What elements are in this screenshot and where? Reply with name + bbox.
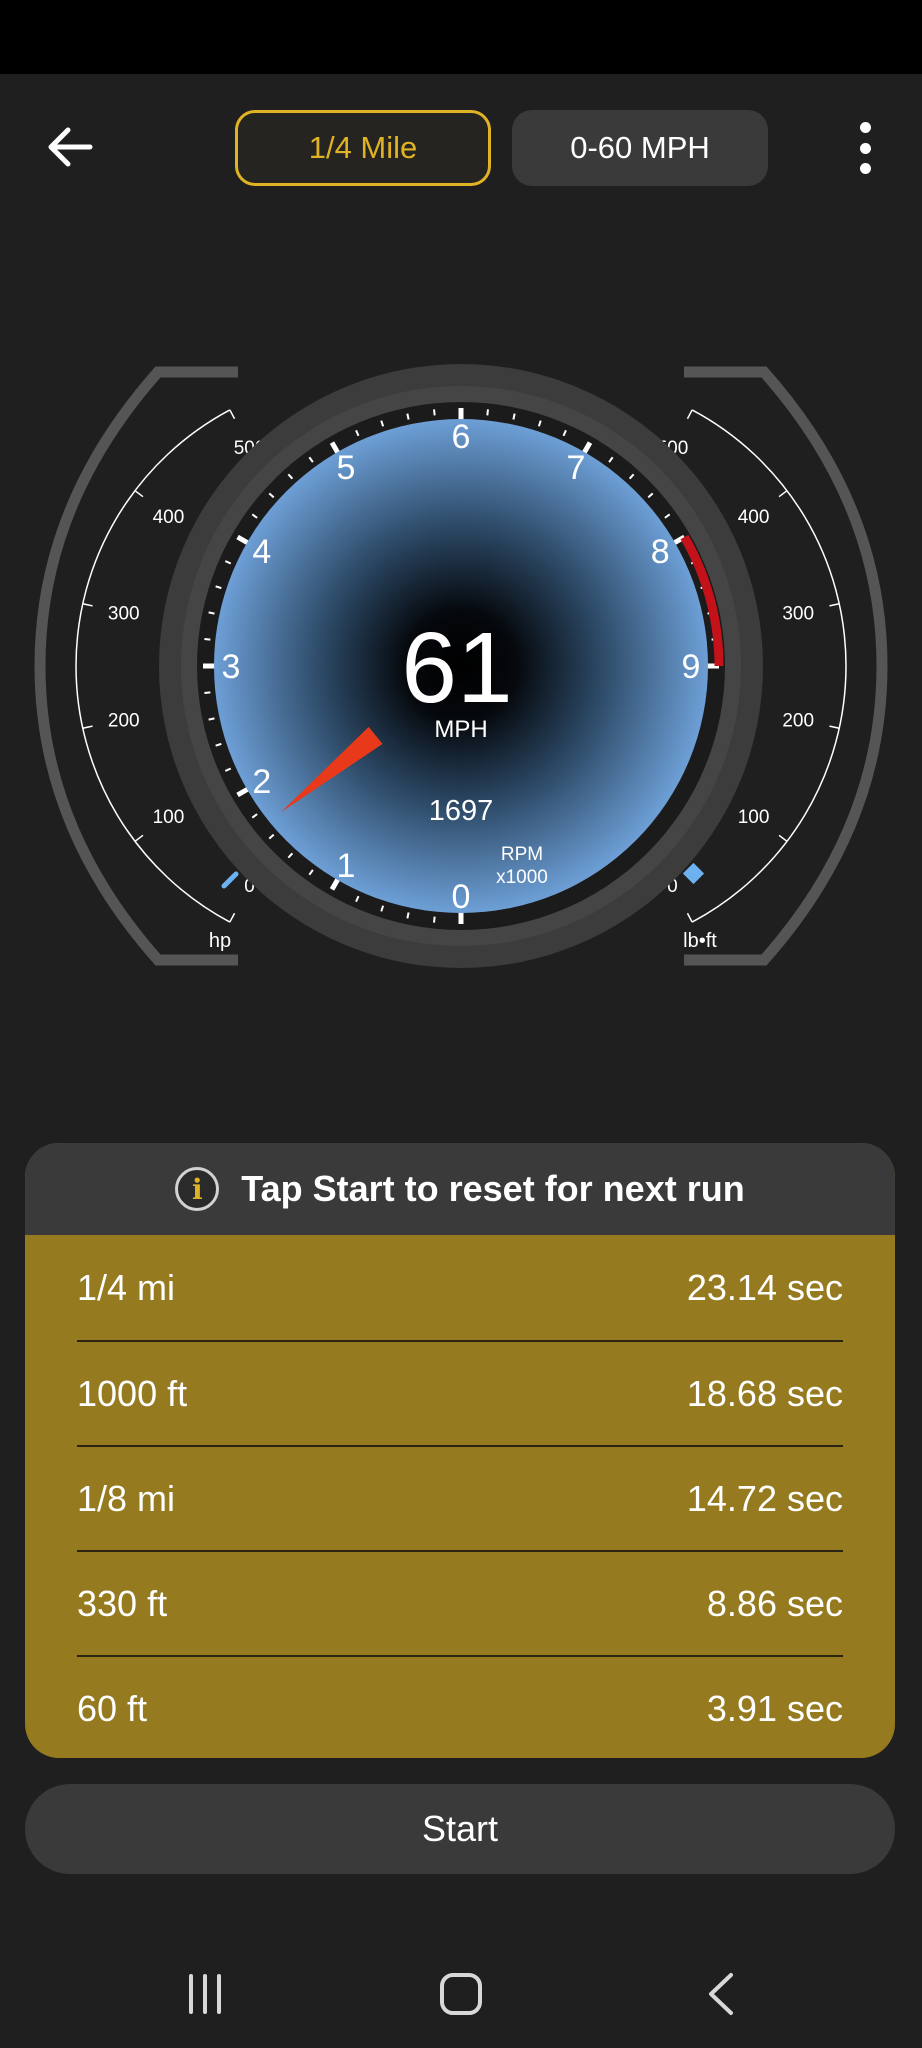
more-options-button[interactable] (850, 118, 880, 178)
result-value: 14.72 sec (686, 1477, 843, 1519)
hp-scale-tick (229, 409, 236, 420)
rpm-tick-label: 5 (337, 449, 356, 487)
chevron-left-icon (709, 1973, 733, 2015)
result-row: 60 ft 3.91 sec (77, 1655, 843, 1758)
hp-scale-tick-label: 400 (153, 507, 185, 528)
result-label: 330 ft (77, 1582, 168, 1624)
result-row: 330 ft 8.86 sec (77, 1550, 843, 1655)
hp-scale-tick-label: 300 (108, 604, 140, 625)
rpm-tick (406, 413, 410, 420)
recents-icon (189, 1974, 221, 2014)
rpm-tick-label: 4 (252, 533, 271, 571)
result-row: 1/8 mi 14.72 sec (77, 1445, 843, 1550)
hp-scale-tick-label: 100 (153, 807, 185, 828)
result-label: 60 ft (77, 1687, 148, 1729)
result-value: 18.68 sec (686, 1372, 843, 1414)
start-button[interactable]: Start (25, 1784, 895, 1874)
torque-scale-tick (778, 490, 788, 498)
more-vertical-icon (859, 122, 871, 133)
torque-scale-tick (829, 602, 840, 607)
hp-scale-tick (229, 912, 236, 923)
result-value: 23.14 sec (686, 1266, 843, 1308)
torque-scale-tick (686, 912, 693, 923)
hp-scale-tick-label: 200 (108, 710, 140, 731)
hp-scale-tick (134, 834, 144, 842)
arrow-left-icon (48, 127, 93, 167)
rpm-tick-label: 9 (682, 648, 701, 686)
result-value: 8.86 sec (706, 1582, 843, 1624)
rpm-tick-label: 3 (222, 648, 241, 686)
back-button[interactable] (40, 122, 100, 172)
rpm-label: RPM (501, 844, 543, 865)
result-row: 1/4 mi 23.14 sec (77, 1235, 843, 1340)
status-bar (0, 0, 922, 74)
rpm-tick (208, 717, 215, 721)
hp-indicator (221, 871, 239, 889)
rpm-tick-label: 1 (337, 847, 356, 885)
home-button[interactable] (426, 1964, 496, 2024)
result-label: 1/8 mi (77, 1477, 176, 1519)
torque-scale-tick-label: 100 (738, 807, 770, 828)
hp-scale-tick (134, 490, 144, 498)
torque-scale-tick-label: 400 (738, 507, 770, 528)
home-icon (440, 1973, 482, 2015)
rpm-tick-label: 8 (651, 533, 670, 571)
result-label: 1000 ft (77, 1372, 188, 1414)
nav-back-button[interactable] (686, 1964, 756, 2024)
system-nav-bar (0, 1940, 922, 2048)
recents-button[interactable] (170, 1964, 240, 2024)
rpm-tick-label: 6 (452, 418, 471, 456)
rpm-tick-label: 2 (252, 763, 271, 801)
rpm-tick (208, 611, 215, 615)
rpm-tick (512, 413, 516, 420)
torque-unit-label: lb•ft (683, 930, 717, 952)
torque-scale-tick (686, 409, 693, 420)
tab-quarter-mile[interactable]: 1/4 Mile (235, 110, 491, 186)
info-icon: i (175, 1167, 220, 1211)
rpm-value: 1697 (429, 795, 494, 827)
torque-scale-tick-label: 200 (782, 710, 814, 731)
rpm-tick (486, 409, 489, 416)
result-label: 1/4 mi (77, 1266, 176, 1308)
results-message: Tap Start to reset for next run (241, 1168, 745, 1209)
result-row: 1000 ft 18.68 sec (77, 1340, 843, 1445)
hp-scale-tick (82, 725, 93, 730)
results-header: i Tap Start to reset for next run (25, 1143, 895, 1235)
hp-unit-label: hp (209, 930, 231, 952)
rpm-tick-label: 7 (567, 449, 586, 487)
rpm-tick (204, 691, 211, 694)
hp-scale-tick (82, 602, 93, 607)
rpm-tick (433, 409, 436, 416)
tab-zero-sixty[interactable]: 0-60 MPH (512, 110, 768, 186)
speedometer-gauge: 0 100 200 300 400 500 0 100 200 300 400 500 0123456… (0, 340, 922, 1000)
torque-scale-tick-label: 300 (782, 604, 814, 625)
top-bar: 1/4 Mile 0-60 MPH (0, 74, 922, 224)
torque-scale-tick (778, 834, 788, 842)
result-value: 3.91 sec (706, 1687, 843, 1729)
gauge-graphic: 01002003004005000100200300400500 0123456… (34, 364, 888, 968)
speed-unit: MPH (434, 716, 487, 743)
rpm-tick (406, 912, 410, 919)
rpm-tick (204, 638, 211, 641)
torque-scale-tick (829, 725, 840, 730)
results-card: i Tap Start to reset for next run 1/4 mi… (25, 1143, 895, 1758)
rpm-scale-label: x1000 (496, 867, 548, 888)
speed-value: 61 (401, 612, 512, 724)
rpm-tick-label: 0 (452, 878, 471, 916)
rpm-tick (433, 916, 436, 923)
